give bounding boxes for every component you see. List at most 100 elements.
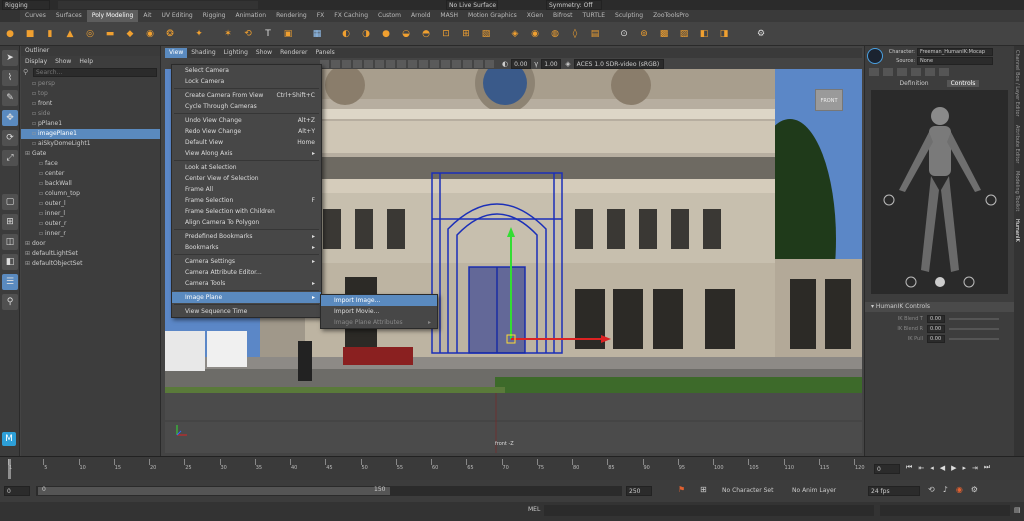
svg-tool-icon[interactable]: ▣ xyxy=(281,27,295,41)
grid-toggle-icon[interactable] xyxy=(353,59,362,68)
move-tool-icon[interactable]: ✥ xyxy=(2,110,18,126)
sweep-icon[interactable]: ✦ xyxy=(192,27,206,41)
append-icon[interactable]: ◉ xyxy=(528,27,542,41)
auto-key-icon[interactable]: ⚑ xyxy=(678,485,685,494)
play-back-icon[interactable]: ◀ xyxy=(940,464,945,472)
outliner-item[interactable]: ▫ inner_r xyxy=(21,229,160,239)
smooth-shade-icon[interactable] xyxy=(430,59,439,68)
shelf-tab-bifrost[interactable]: Bifrost xyxy=(548,10,577,22)
hik-control-slider[interactable] xyxy=(949,328,999,330)
current-frame-field[interactable]: 0 xyxy=(874,464,900,474)
view-menu-item[interactable]: Center View of Selection xyxy=(172,173,321,184)
humanik-figure-view[interactable] xyxy=(871,90,1008,294)
panel-menu-shading[interactable]: Shading xyxy=(187,48,219,58)
view-cube[interactable]: FRONT xyxy=(815,89,843,111)
shelf-tab-zootoolspro[interactable]: ZooToolsPro xyxy=(648,10,694,22)
outliner-search-input[interactable] xyxy=(33,67,157,77)
grid-icon[interactable]: ▦ xyxy=(310,27,324,41)
step-back-frame-icon[interactable]: ◂ xyxy=(930,464,934,472)
script-editor-icon[interactable]: ▤ xyxy=(1014,506,1021,514)
exposure-field[interactable]: 0.00 xyxy=(511,58,532,69)
step-key-icon[interactable]: ⊞ xyxy=(700,485,707,494)
outliner-item[interactable]: ▫ persp xyxy=(21,79,160,89)
shelf-tab-ait[interactable]: Ait xyxy=(138,10,156,22)
outliner-item[interactable]: ⊞ door xyxy=(21,239,160,249)
view-menu-item[interactable]: Frame Selection with Children xyxy=(172,206,321,217)
view-menu-item[interactable]: View Sequence Time xyxy=(172,306,321,317)
view-menu-item[interactable]: Camera Tools ▸ xyxy=(172,278,321,289)
hik-toolbar-icon-1[interactable] xyxy=(869,68,879,76)
panel-menu-panels[interactable]: Panels xyxy=(311,48,338,58)
outliner-item[interactable]: ▫ aiSkyDomeLight1 xyxy=(21,139,160,149)
shelf-tab-poly-modeling[interactable]: Poly Modeling xyxy=(86,10,139,22)
tab-modeling-toolkit[interactable]: Modeling Toolkit xyxy=(1014,171,1020,211)
shelf-tab-fx-caching[interactable]: FX Caching xyxy=(329,10,373,22)
paint-select-icon[interactable]: ✎ xyxy=(2,90,18,106)
view-menu-item[interactable]: Camera Attribute Editor... xyxy=(172,267,321,278)
view-menu-item[interactable]: Cycle Through Cameras xyxy=(172,101,321,112)
outliner-menu-help[interactable]: Help xyxy=(79,58,93,65)
hik-toolbar-icon-6[interactable] xyxy=(939,68,949,76)
panel-menu-view[interactable]: View xyxy=(165,48,188,58)
film-gate-icon[interactable] xyxy=(364,59,373,68)
view-menu-item[interactable]: Image Plane ▸ xyxy=(172,292,321,303)
outliner-item[interactable]: ⊞ Gate xyxy=(21,149,160,159)
hik-control-field[interactable]: 0.00 xyxy=(927,315,945,323)
hik-toolbar-icon-2[interactable] xyxy=(883,68,893,76)
safe-action-icon[interactable] xyxy=(408,59,417,68)
shelf-tab-turtle[interactable]: TURTLE xyxy=(577,10,610,22)
lights-icon[interactable] xyxy=(452,59,461,68)
step-forward-key-icon[interactable]: ⇥ xyxy=(972,464,978,472)
hik-control-slider[interactable] xyxy=(949,338,999,340)
shelf-options-icon[interactable] xyxy=(0,10,20,22)
four-layout-icon[interactable]: ⊞ xyxy=(2,214,18,230)
isolate-icon[interactable] xyxy=(485,59,494,68)
view-menu-item[interactable]: Align Camera To Polygon xyxy=(172,217,321,228)
source-dropdown[interactable]: None xyxy=(917,56,993,65)
bevel-icon[interactable]: ◈ xyxy=(508,27,522,41)
gate-mask-icon[interactable] xyxy=(386,59,395,68)
rotate-tool-icon[interactable]: ⟳ xyxy=(2,130,18,146)
view-menu-item[interactable]: Default View Home xyxy=(172,137,321,148)
fill-hole-icon[interactable]: ⊞ xyxy=(459,27,473,41)
mirror-icon[interactable]: ◓ xyxy=(419,27,433,41)
combine-icon[interactable]: ◐ xyxy=(339,27,353,41)
shelf-tab-curves[interactable]: Curves xyxy=(20,10,51,22)
fps-dropdown[interactable]: 24 fps xyxy=(868,486,920,496)
view-menu-item[interactable]: Look at Selection xyxy=(172,162,321,173)
hik-control-field[interactable]: 0.00 xyxy=(927,335,945,343)
panel-menu-lighting[interactable]: Lighting xyxy=(220,48,252,58)
view-menu-item[interactable]: Bookmarks ▸ xyxy=(172,242,321,253)
hik-toolbar-icon-5[interactable] xyxy=(925,68,935,76)
outliner-item[interactable]: ▫ imagePlane1 xyxy=(21,129,160,139)
outliner-item[interactable]: ⊞ defaultObjectSet xyxy=(21,259,160,269)
view-menu-item[interactable]: Undo View Change Alt+Z xyxy=(172,115,321,126)
outliner-item[interactable]: ▫ front xyxy=(21,99,160,109)
view-menu-item[interactable]: Camera Settings ▸ xyxy=(172,256,321,267)
step-back-key-icon[interactable]: ⇤ xyxy=(918,464,924,472)
shelf-tab-uv-editing[interactable]: UV Editing xyxy=(156,10,197,22)
type-icon[interactable]: ✶ xyxy=(221,27,235,41)
uv-editor-icon[interactable]: ▨ xyxy=(677,27,691,41)
tab-channel-box[interactable]: Channel Box / Layer Editor xyxy=(1014,50,1020,117)
character-set-dropdown[interactable]: No Character Set xyxy=(720,486,778,496)
hik-toolbar-icon-3[interactable] xyxy=(897,68,907,76)
uv-icon[interactable]: ▩ xyxy=(657,27,671,41)
shelf-tab-sculpting[interactable]: Sculpting xyxy=(610,10,648,22)
textured-icon[interactable] xyxy=(441,59,450,68)
merge-icon[interactable]: ◍ xyxy=(548,27,562,41)
multicut-icon[interactable]: ◊ xyxy=(568,27,582,41)
tab-humanik[interactable]: HumanIK xyxy=(1014,219,1020,242)
current-time-marker[interactable] xyxy=(8,459,11,479)
goto-end-icon[interactable]: ⏭ xyxy=(984,463,990,472)
shelf-tab-custom[interactable]: Custom xyxy=(373,10,406,22)
panel-menu-show[interactable]: Show xyxy=(252,48,276,58)
outliner-menu-show[interactable]: Show xyxy=(55,58,71,65)
play-forward-icon[interactable]: ▶ xyxy=(951,464,956,472)
range-start-field[interactable]: 0 xyxy=(4,486,30,496)
outliner-item[interactable]: ▫ inner_l xyxy=(21,209,160,219)
pref-icon[interactable]: ⚙ xyxy=(971,485,978,494)
outliner-item[interactable]: ▫ center xyxy=(21,169,160,179)
outliner-item[interactable]: ▫ side xyxy=(21,109,160,119)
outliner-item[interactable]: ▫ face xyxy=(21,159,160,169)
